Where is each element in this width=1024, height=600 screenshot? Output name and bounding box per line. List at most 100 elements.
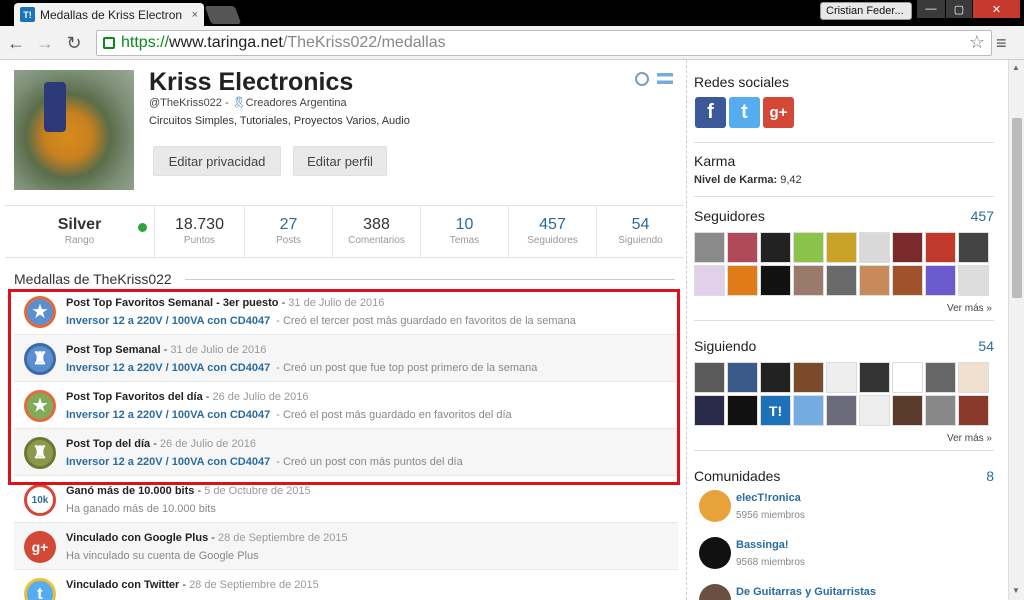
forward-arrow-icon[interactable]: →	[34, 32, 56, 54]
tab-close-icon[interactable]: ×	[192, 9, 198, 21]
google-plus-icon[interactable]: g+	[763, 97, 794, 128]
back-arrow-icon[interactable]: ←	[5, 32, 27, 54]
stat-value: 54	[631, 216, 650, 233]
page-scrollbar[interactable]: ▲ ▼	[1008, 60, 1024, 600]
browser-titlebar: T! Medallas de Kriss Electron × Cristian…	[0, 0, 1024, 26]
medal-post-link[interactable]: Inversor 12 a 220V / 100VA con CD4047	[66, 315, 270, 327]
following-avatar[interactable]	[892, 362, 923, 393]
new-tab-button[interactable]	[204, 6, 242, 24]
stat-followers[interactable]: 457 Seguidores	[509, 206, 597, 259]
facebook-icon[interactable]: f	[695, 97, 726, 128]
following-avatar[interactable]	[826, 395, 857, 426]
follower-avatar[interactable]	[826, 265, 857, 296]
community-item[interactable]: De Guitarras y Guitarristas	[694, 584, 994, 600]
tab-title: Medallas de Kriss Electron	[40, 7, 183, 22]
social-title: Redes sociales	[694, 74, 789, 90]
follower-avatar[interactable]	[859, 232, 890, 263]
minimize-button[interactable]: —	[917, 0, 945, 18]
following-avatar[interactable]	[925, 395, 956, 426]
avatar[interactable]	[14, 70, 134, 190]
following-avatar[interactable]	[958, 362, 989, 393]
follower-avatar[interactable]	[793, 265, 824, 296]
follower-avatar[interactable]	[760, 265, 791, 296]
medal-item: g+ Vinculado con Google Plus - 28 de Sep…	[14, 523, 678, 570]
edit-profile-button[interactable]: Editar perfil	[293, 146, 387, 176]
community-name[interactable]: elecT!ronica	[736, 492, 801, 504]
stat-value: 27	[279, 216, 298, 233]
community-name[interactable]: Bassinga!	[736, 539, 789, 551]
community-avatar	[699, 584, 731, 600]
profile-handle: @TheKriss022 - 🎗Creadores Argentina	[149, 97, 347, 109]
follower-avatar[interactable]	[958, 265, 989, 296]
following-see-more-link[interactable]: Ver más »	[947, 433, 992, 444]
following-avatar[interactable]	[727, 362, 758, 393]
edit-privacy-button[interactable]: Editar privacidad	[153, 146, 281, 176]
follower-avatar[interactable]	[793, 232, 824, 263]
follower-avatar[interactable]	[727, 265, 758, 296]
following-count[interactable]: 54	[978, 338, 994, 354]
following-avatar[interactable]	[727, 395, 758, 426]
browser-menu-icon[interactable]: ≡	[996, 33, 1007, 54]
follower-avatar[interactable]	[892, 265, 923, 296]
follower-avatar[interactable]	[859, 265, 890, 296]
profile-button[interactable]: Cristian Feder...	[820, 2, 912, 20]
community-avatar	[699, 490, 731, 522]
following-avatar[interactable]	[892, 395, 923, 426]
medal-item: ★ Post Top Favoritos Semanal - 3er puest…	[14, 288, 678, 335]
stat-topics[interactable]: 10 Temas	[421, 206, 509, 259]
scroll-up-arrow-icon[interactable]: ▲	[1012, 63, 1020, 72]
twitter-icon[interactable]: t	[729, 97, 760, 128]
following-avatar[interactable]	[694, 395, 725, 426]
community-name[interactable]: De Guitarras y Guitarristas	[736, 586, 876, 598]
medal-desc: Ha ganado más de 10.000 bits	[66, 503, 216, 515]
scrollbar-thumb[interactable]	[1012, 118, 1022, 298]
stat-label: Rango	[64, 235, 95, 246]
maximize-button[interactable]: ▢	[946, 0, 972, 18]
follower-avatar[interactable]	[826, 232, 857, 263]
scroll-down-arrow-icon[interactable]: ▼	[1012, 586, 1020, 595]
following-avatar[interactable]	[826, 362, 857, 393]
follower-avatar[interactable]	[892, 232, 923, 263]
following-avatar[interactable]	[793, 362, 824, 393]
follower-avatar[interactable]	[958, 232, 989, 263]
medal-post-link[interactable]: Inversor 12 a 220V / 100VA con CD4047	[66, 362, 270, 374]
follower-avatar[interactable]	[727, 232, 758, 263]
following-avatar[interactable]	[793, 395, 824, 426]
stat-following[interactable]: 54 Siguiendo	[597, 206, 684, 259]
medals-list: ★ Post Top Favoritos Semanal - 3er puest…	[14, 288, 678, 600]
medal-post-link[interactable]: Inversor 12 a 220V / 100VA con CD4047	[66, 409, 270, 421]
bookmark-star-icon[interactable]: ☆	[969, 32, 985, 53]
communities-title: Comunidades	[694, 468, 781, 484]
divider	[185, 279, 675, 280]
following-avatar[interactable]	[694, 362, 725, 393]
address-bar[interactable]: https://www.taringa.net/TheKriss022/meda…	[96, 30, 992, 56]
medal-post-link[interactable]: Inversor 12 a 220V / 100VA con CD4047	[66, 456, 270, 468]
follower-avatar[interactable]	[925, 265, 956, 296]
follower-avatar[interactable]	[694, 265, 725, 296]
browser-tab[interactable]: T! Medallas de Kriss Electron ×	[14, 3, 204, 26]
profile-column: Kriss Electronics @TheKriss022 - 🎗Creado…	[5, 60, 684, 600]
community-item[interactable]: elecT!ronica 5956 miembros	[694, 490, 994, 532]
communities-count[interactable]: 8	[986, 468, 994, 484]
follower-avatar[interactable]	[760, 232, 791, 263]
following-avatar[interactable]	[859, 362, 890, 393]
medal-desc: - Creó un post que fue top post primero …	[276, 362, 538, 374]
stat-posts[interactable]: 27 Posts	[245, 206, 333, 259]
reload-icon[interactable]: ↻	[63, 32, 85, 54]
followers-see-more-link[interactable]: Ver más »	[947, 303, 992, 314]
stat-label: Temas	[449, 235, 480, 246]
follower-avatar[interactable]	[694, 232, 725, 263]
following-avatar[interactable]	[859, 395, 890, 426]
community-text[interactable]: Creadores Argentina	[246, 97, 347, 109]
taringa-logo-icon[interactable]: T!	[760, 395, 791, 426]
follower-avatar[interactable]	[925, 232, 956, 263]
divider	[694, 450, 994, 451]
followers-count[interactable]: 457	[971, 208, 994, 224]
close-window-button[interactable]: ✕	[973, 0, 1020, 18]
following-avatar[interactable]	[958, 395, 989, 426]
following-avatar[interactable]	[925, 362, 956, 393]
following-avatar[interactable]	[760, 362, 791, 393]
stat-label: Seguidores	[527, 235, 578, 246]
medal-date: 26 de Julio de 2016	[159, 438, 256, 450]
community-item[interactable]: Bassinga! 9568 miembros	[694, 537, 994, 579]
